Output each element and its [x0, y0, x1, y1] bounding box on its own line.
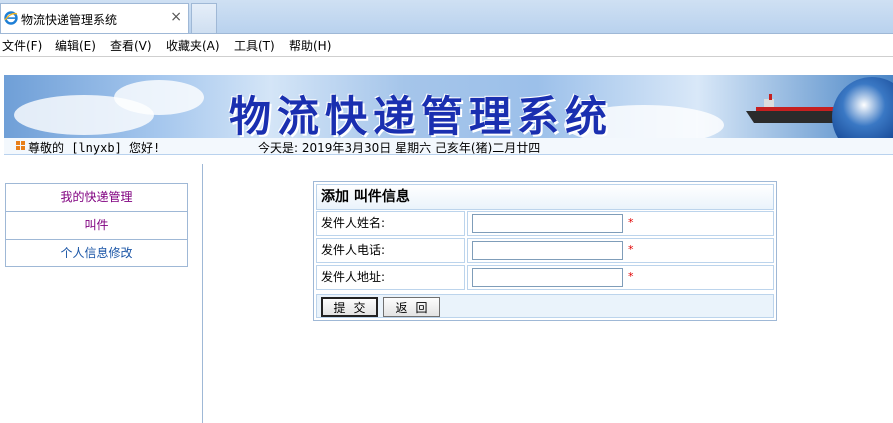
sidebar-item-call-pickup[interactable]: 叫件 — [6, 212, 187, 240]
new-tab-button[interactable] — [191, 3, 217, 33]
required-mark: * — [628, 243, 634, 256]
banner: 物流快递管理系统 — [4, 75, 893, 138]
sender-name-input[interactable] — [472, 214, 623, 233]
menu-tools[interactable]: 工具(T) — [234, 37, 275, 54]
back-button[interactable]: 返回 — [383, 297, 440, 317]
form-row-sender-address: 发件人地址: * — [316, 265, 774, 292]
menu-help[interactable]: 帮助(H) — [289, 37, 331, 54]
sidebar-item-my-express[interactable]: 我的快递管理 — [6, 184, 187, 212]
field-label: 发件人地址: — [316, 265, 465, 290]
required-mark: * — [628, 270, 634, 283]
form-row-sender-phone: 发件人电话: * — [316, 238, 774, 265]
menu-edit[interactable]: 编辑(E) — [55, 37, 96, 54]
field-label: 发件人姓名: — [316, 211, 465, 236]
menu-bar: 文件(F) 编辑(E) 查看(V) 收藏夹(A) 工具(T) 帮助(H) — [0, 34, 893, 57]
form-title: 添加 叫件信息 — [316, 184, 774, 210]
user-greeting: 尊敬的 [lnyxb] 您好! — [28, 141, 161, 155]
field-cell: * — [467, 211, 774, 236]
globe-icon — [832, 77, 893, 138]
field-label: 发件人电话: — [316, 238, 465, 263]
sidebar-item-profile[interactable]: 个人信息修改 — [6, 240, 187, 266]
required-mark: * — [628, 216, 634, 229]
field-cell: * — [467, 238, 774, 263]
submit-button[interactable]: 提交 — [321, 297, 378, 317]
current-date: 今天是: 2019年3月30日 星期六 己亥年(猪)二月廿四 — [258, 141, 541, 155]
sender-phone-input[interactable] — [472, 241, 623, 260]
form-button-bar: 提交 返回 — [316, 294, 774, 318]
cloud-decoration — [114, 80, 204, 115]
menu-favorites[interactable]: 收藏夹(A) — [166, 37, 220, 54]
field-cell: * — [467, 265, 774, 290]
menu-file[interactable]: 文件(F) — [2, 37, 42, 54]
browser-tab-strip: 物流快递管理系统 × — [0, 0, 893, 34]
pickup-form: 添加 叫件信息 发件人姓名: * 发件人电话: * 发件人地址: * 提交 返回 — [313, 181, 777, 321]
menu-view[interactable]: 查看(V) — [110, 37, 152, 54]
ie-icon — [4, 11, 18, 25]
close-icon[interactable]: × — [170, 9, 182, 25]
form-row-sender-name: 发件人姓名: * — [316, 211, 774, 238]
banner-title: 物流快递管理系统 — [229, 92, 614, 138]
welcome-bar: 尊敬的 [lnyxb] 您好! 今天是: 2019年3月30日 星期六 己亥年(… — [4, 138, 893, 155]
sidebar-nav: 我的快递管理 叫件 个人信息修改 — [5, 183, 188, 267]
tab-title: 物流快递管理系统 — [21, 13, 118, 27]
browser-tab[interactable]: 物流快递管理系统 × — [0, 3, 189, 33]
bullet-icon — [16, 141, 25, 150]
sender-address-input[interactable] — [472, 268, 623, 287]
sidebar-divider — [202, 164, 203, 423]
